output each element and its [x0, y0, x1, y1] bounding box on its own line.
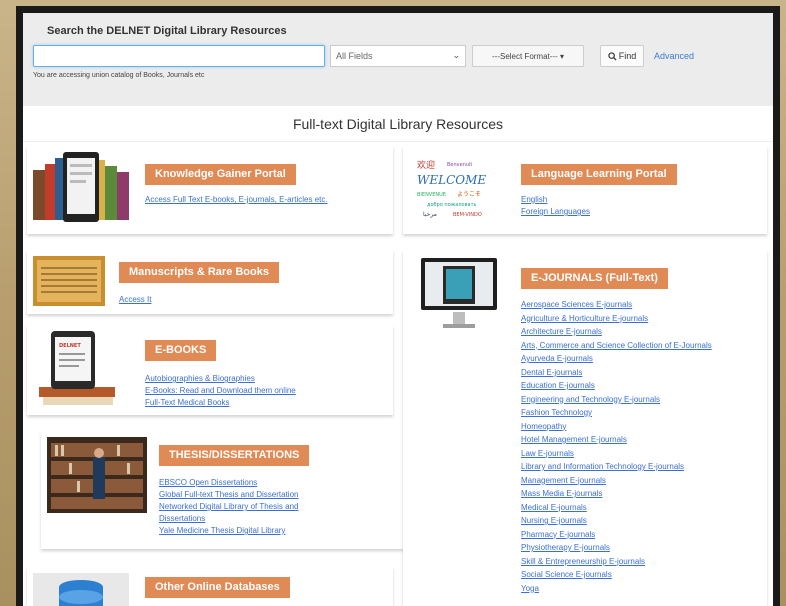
ebooks-link-medical[interactable]: Full-Text Medical Books — [145, 397, 365, 409]
ejournal-link[interactable]: Homeopathy — [521, 420, 721, 434]
svg-text:ようこそ: ようこそ — [457, 191, 481, 198]
ejournal-link[interactable]: Arts, Commerce and Science Collection of… — [521, 339, 721, 353]
ejournal-link[interactable]: Management E-journals — [521, 474, 721, 488]
ejournal-link[interactable]: Medical E-journals — [521, 501, 721, 515]
manuscript-image — [33, 256, 105, 306]
ejournal-link[interactable]: Hotel Management E-journals — [521, 433, 721, 447]
search-input[interactable] — [33, 45, 325, 67]
ejournals-links: Aerospace Sciences E-journals Agriculture… — [521, 298, 721, 595]
ejournal-link[interactable]: Library and Information Technology E-jou… — [521, 460, 721, 474]
welcome-languages-image: 欢迎 Benvenuti WELCOME BIENVENUE ようこそ добр… — [413, 154, 497, 224]
screenshot-frame: Search the DELNET Digital Library Resour… — [16, 6, 780, 606]
ejournal-link[interactable]: Education E-journals — [521, 379, 721, 393]
library-shelves-image — [47, 437, 147, 513]
svg-text:مرحبا: مرحبا — [423, 211, 437, 218]
ejournal-link[interactable]: Yoga — [521, 582, 721, 596]
ebooks-links: Autobiographies & Biographies E-Books: R… — [145, 373, 365, 409]
welcome-text: WELCOME — [417, 173, 486, 187]
svg-text:BEM-VINDO: BEM-VINDO — [453, 212, 482, 218]
thesis-link-yale[interactable]: Yale Medicine Thesis Digital Library — [159, 525, 329, 537]
knowledge-gainer-links: Access Full Text E-books, E-journals, E-… — [145, 194, 345, 206]
ejournal-link[interactable]: Fashion Technology — [521, 406, 721, 420]
knowledge-gainer-link[interactable]: Access Full Text E-books, E-journals, E-… — [145, 194, 345, 206]
ejournal-link[interactable]: Law E-journals — [521, 447, 721, 461]
ejournal-link[interactable]: Nursing E-journals — [521, 514, 721, 528]
search-title: Search the DELNET Digital Library Resour… — [47, 25, 287, 37]
ebooks-label: E-BOOKS — [145, 340, 217, 361]
thesis-card: THESIS/DISSERTATIONS EBSCO Open Disserta… — [41, 431, 405, 549]
ejournal-link[interactable]: Pharmacy E-journals — [521, 528, 721, 542]
ejournal-link[interactable]: Aerospace Sciences E-journals — [521, 298, 721, 312]
ebook-reader-logo: DELNET — [59, 343, 81, 349]
svg-text:欢迎: 欢迎 — [417, 159, 435, 171]
ejournal-link[interactable]: Dental E-journals — [521, 366, 721, 380]
knowledge-gainer-label: Knowledge Gainer Portal — [145, 164, 296, 185]
monitor-image — [419, 256, 499, 332]
ejournal-link[interactable]: Ayurveda E-journals — [521, 352, 721, 366]
find-button[interactable]: Find — [600, 45, 644, 67]
databases-card: Other Online Databases — [27, 567, 393, 606]
manuscripts-links: Access It — [119, 294, 239, 306]
database-image — [33, 573, 129, 606]
ebooks-link-biographies[interactable]: Autobiographies & Biographies — [145, 373, 365, 385]
search-panel: Search the DELNET Digital Library Resour… — [23, 13, 773, 106]
search-row: All Fields ⌄ ---Select Format--- ▾ Find … — [33, 45, 773, 67]
ejournal-link[interactable]: Agriculture & Horticulture E-journals — [521, 312, 721, 326]
language-link-english[interactable]: English — [521, 194, 721, 206]
ejournal-link[interactable]: Physiotherapy E-journals — [521, 541, 721, 555]
ejournal-link[interactable]: Engineering and Technology E-journals — [521, 393, 721, 407]
ejournal-link[interactable]: Mass Media E-journals — [521, 487, 721, 501]
ebook-reader-image: DELNET — [37, 329, 119, 409]
format-select[interactable]: ---Select Format--- ▾ — [472, 45, 584, 67]
find-label: Find — [618, 51, 637, 61]
databases-label: Other Online Databases — [145, 577, 290, 598]
fields-select-value: All Fields — [336, 51, 373, 61]
manuscripts-link-access[interactable]: Access It — [119, 294, 239, 306]
thesis-links: EBSCO Open Dissertations Global Full-tex… — [159, 477, 329, 537]
page: Search the DELNET Digital Library Resour… — [23, 13, 773, 606]
knowledge-gainer-card: Knowledge Gainer Portal Access Full Text… — [27, 146, 393, 234]
thesis-label: THESIS/DISSERTATIONS — [159, 445, 310, 466]
search-icon — [608, 51, 617, 61]
chevron-down-icon: ⌄ — [452, 50, 460, 60]
ejournal-link[interactable]: Skill & Entrepreneurship E-journals — [521, 555, 721, 569]
svg-text:добро пожаловать: добро пожаловать — [427, 202, 476, 208]
language-learning-links: English Foreign Languages — [521, 194, 721, 218]
ejournals-card: E-JOURNALS (Full-Text) Aerospace Science… — [403, 250, 767, 606]
manuscripts-label: Manuscripts & Rare Books — [119, 262, 279, 283]
language-link-foreign[interactable]: Foreign Languages — [521, 206, 721, 218]
ejournal-link[interactable]: Social Science E-journals — [521, 568, 721, 582]
language-learning-label: Language Learning Portal — [521, 164, 677, 185]
fields-select[interactable]: All Fields ⌄ — [330, 45, 466, 67]
thesis-link-ebsco[interactable]: EBSCO Open Dissertations — [159, 477, 329, 489]
svg-text:BIENVENUE: BIENVENUE — [417, 192, 446, 198]
thesis-link-networked[interactable]: Networked Digital Library of Thesis and … — [159, 501, 329, 525]
page-title: Full-text Digital Library Resources — [23, 106, 773, 142]
union-catalog-note: You are accessing union catalog of Books… — [33, 72, 205, 79]
language-learning-card: 欢迎 Benvenuti WELCOME BIENVENUE ようこそ добр… — [403, 146, 767, 234]
ejournal-link[interactable]: Architecture E-journals — [521, 325, 721, 339]
svg-text:Benvenuti: Benvenuti — [447, 162, 472, 168]
books-tablet-image — [33, 150, 129, 226]
ebooks-link-read-download[interactable]: E-Books: Read and Download them online — [145, 385, 365, 397]
ebooks-card: DELNET E-BOOKS Autobiographies & Biograp… — [27, 325, 393, 415]
advanced-search-link[interactable]: Advanced — [654, 51, 694, 61]
thesis-link-global[interactable]: Global Full-text Thesis and Dissertation — [159, 489, 329, 501]
ejournals-label: E-JOURNALS (Full-Text) — [521, 268, 668, 289]
manuscripts-card: Manuscripts & Rare Books Access It — [27, 250, 393, 314]
